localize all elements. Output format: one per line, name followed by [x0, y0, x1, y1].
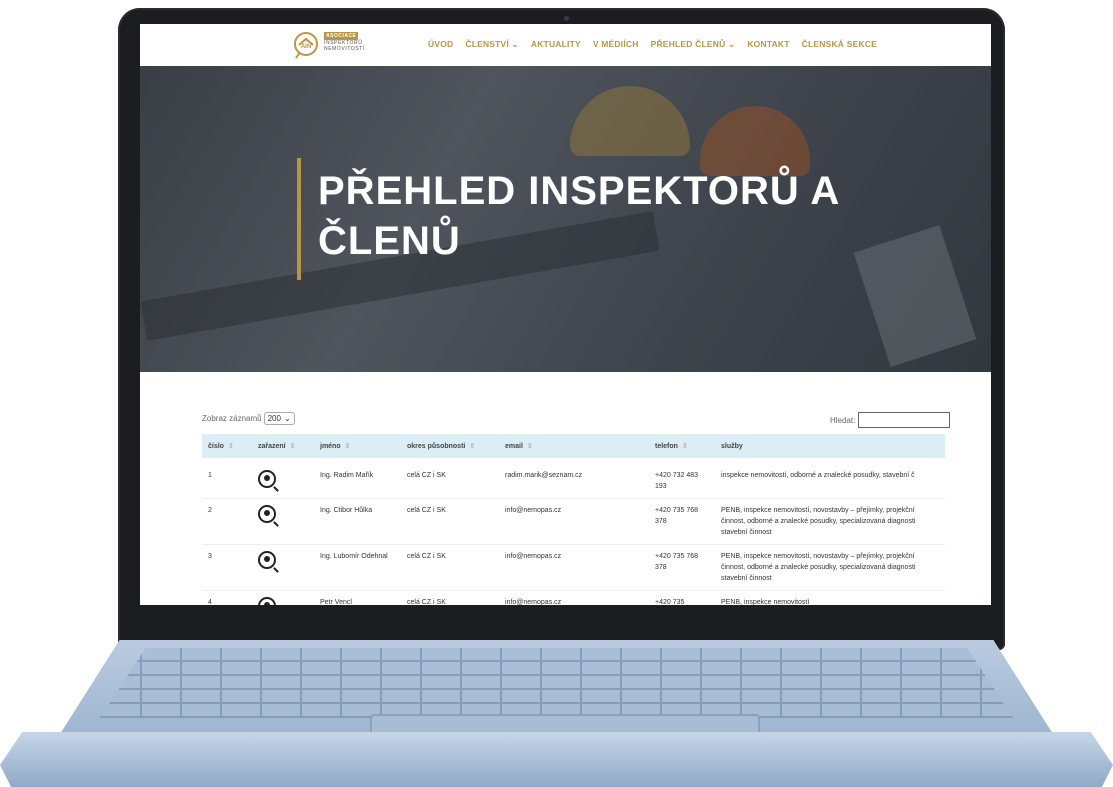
cell-email[interactable]: radim.marik@seznam.cz — [499, 464, 649, 499]
cell-phone[interactable]: +420 735 768 378 — [649, 498, 715, 545]
cell-number: 1 — [202, 464, 252, 499]
column-header-sluzby[interactable]: služby — [715, 434, 945, 458]
cell-name: Petr Vencl — [314, 590, 401, 605]
table-row: 3 Ing. Lubomír Odehnal celá CZ i SK info… — [202, 544, 945, 591]
inspector-badge-icon — [258, 470, 276, 488]
logo-badge: ASOCIACE — [324, 32, 359, 40]
inspector-badge-icon — [258, 551, 276, 569]
page-title-line2: ČLENŮ — [318, 219, 461, 263]
browser-screen: AIN ASOCIACE INSPEKTORŮ NEMOVITOSTÍ ÚVOD… — [140, 24, 991, 605]
column-header-email[interactable]: email ⇕ — [499, 434, 649, 458]
camera-icon — [564, 16, 569, 21]
nav-item-clenstvi[interactable]: ČLENSTVÍ ⌄ — [465, 39, 519, 50]
svg-text:AIN: AIN — [301, 44, 311, 50]
page-title-line1: PŘEHLED INSPEKTORŮ A — [318, 169, 841, 213]
table-row: 1 Ing. Radim Mařík celá CZ i SK radim.ma… — [202, 464, 945, 499]
site-header: AIN ASOCIACE INSPEKTORŮ NEMOVITOSTÍ ÚVOD… — [140, 24, 991, 66]
cell-district: celá CZ i SK — [401, 590, 499, 605]
laptop-front-edge — [0, 732, 1113, 787]
inspector-badge-icon — [258, 505, 276, 523]
sort-icon: ⇕ — [526, 443, 533, 450]
members-table: číslo ⇕ zařazení ⇕ jméno ⇕ okres působnosti… — [202, 434, 945, 605]
table-header-row: číslo ⇕ zařazení ⇕ jméno ⇕ okres působnosti… — [202, 434, 945, 458]
page-length-value: 200 — [267, 414, 281, 423]
cell-category — [252, 464, 314, 499]
search-input[interactable] — [858, 412, 951, 428]
cell-services: inspekce nemovitostí, odborné a znalecké… — [715, 464, 945, 499]
page-length-select[interactable]: 200 ⌄ — [263, 412, 295, 425]
cell-services: PENB, inspekce nemovitostí — [715, 590, 945, 605]
site-logo[interactable]: AIN ASOCIACE INSPEKTORŮ NEMOVITOSTÍ — [290, 30, 380, 60]
column-header-telefon[interactable]: telefon ⇕ — [649, 434, 715, 458]
nav-item-prehled-clenu[interactable]: PŘEHLED ČLENŮ ⌄ — [651, 39, 736, 50]
cell-services: PENB, inspekce nemovitostí, novostavby –… — [715, 498, 945, 545]
cell-email[interactable]: info@nemopas.cz — [499, 498, 649, 545]
cell-phone[interactable]: +420 735 768 378 — [649, 544, 715, 591]
laptop-base — [0, 640, 1113, 787]
inspector-badge-icon — [258, 597, 276, 605]
cell-number: 4 — [202, 590, 252, 605]
column-header-cislo[interactable]: číslo ⇕ — [202, 434, 252, 458]
table-row: 4 Petr Vencl celá CZ i SK info@nemopas.c… — [202, 590, 945, 605]
sort-icon: ⇕ — [227, 443, 234, 450]
hero-banner: PŘEHLED INSPEKTORŮ A ČLENŮ — [140, 66, 991, 372]
cell-phone[interactable]: +420 732 483 193 — [649, 464, 715, 499]
nav-item-aktuality[interactable]: AKTUALITY — [531, 39, 581, 50]
table-row: 2 Ing. Ctibor Hůlka celá CZ i SK info@ne… — [202, 498, 945, 545]
sort-icon: ⇕ — [469, 443, 476, 450]
nav-item-clenska-sekce[interactable]: ČLENSKÁ SEKCE — [802, 39, 877, 50]
sort-icon: ⇕ — [681, 443, 688, 450]
cell-district: celá CZ i SK — [401, 544, 499, 591]
sort-icon: ⇕ — [289, 443, 296, 450]
members-section: Zobraz záznamů 200 ⌄ Hledat: číslo ⇕ zařa… — [140, 372, 991, 605]
main-nav: ÚVOD ČLENSTVÍ ⌄ AKTUALITY V MÉDIÍCH PŘEH… — [428, 39, 877, 50]
keyboard — [100, 648, 1013, 718]
cell-email[interactable]: info@nemopas.cz — [499, 544, 649, 591]
search-label: Hledat: — [830, 415, 856, 425]
cell-number: 2 — [202, 498, 252, 545]
cell-email[interactable]: info@nemopas.cz — [499, 590, 649, 605]
cell-services: PENB, inspekce nemovitostí, novostavby –… — [715, 544, 945, 591]
column-header-okres[interactable]: okres působnosti ⇕ — [401, 434, 499, 458]
nav-item-v-mediich[interactable]: V MÉDIÍCH — [593, 39, 639, 50]
hero-accent-bar — [297, 158, 301, 280]
cell-district: celá CZ i SK — [401, 464, 499, 499]
logo-text-line2: NEMOVITOSTÍ — [324, 46, 365, 52]
nav-item-kontakt[interactable]: KONTAKT — [747, 39, 789, 50]
cell-name: Ing. Ctibor Hůlka — [314, 498, 401, 545]
column-header-jmeno[interactable]: jméno ⇕ — [314, 434, 401, 458]
column-header-zarazeni[interactable]: zařazení ⇕ — [252, 434, 314, 458]
cell-phone[interactable]: +420 735 — [649, 590, 715, 605]
page-length-label: Zobraz záznamů — [202, 414, 262, 423]
nav-item-uvod[interactable]: ÚVOD — [428, 39, 453, 50]
cell-category — [252, 498, 314, 545]
cell-name: Ing. Radim Mařík — [314, 464, 401, 499]
sort-icon: ⇕ — [344, 443, 351, 450]
chevron-down-icon: ⌄ — [283, 414, 291, 423]
cell-category — [252, 544, 314, 591]
page-length-control: Zobraz záznamů 200 ⌄ — [202, 412, 295, 425]
cell-number: 3 — [202, 544, 252, 591]
cell-name: Ing. Lubomír Odehnal — [314, 544, 401, 591]
table-search: Hledat: — [830, 412, 951, 428]
page-title: PŘEHLED INSPEKTORŮ A ČLENŮ — [318, 166, 878, 266]
cell-district: celá CZ i SK — [401, 498, 499, 545]
cell-category — [252, 590, 314, 605]
logo-house-icon: AIN — [294, 32, 318, 59]
